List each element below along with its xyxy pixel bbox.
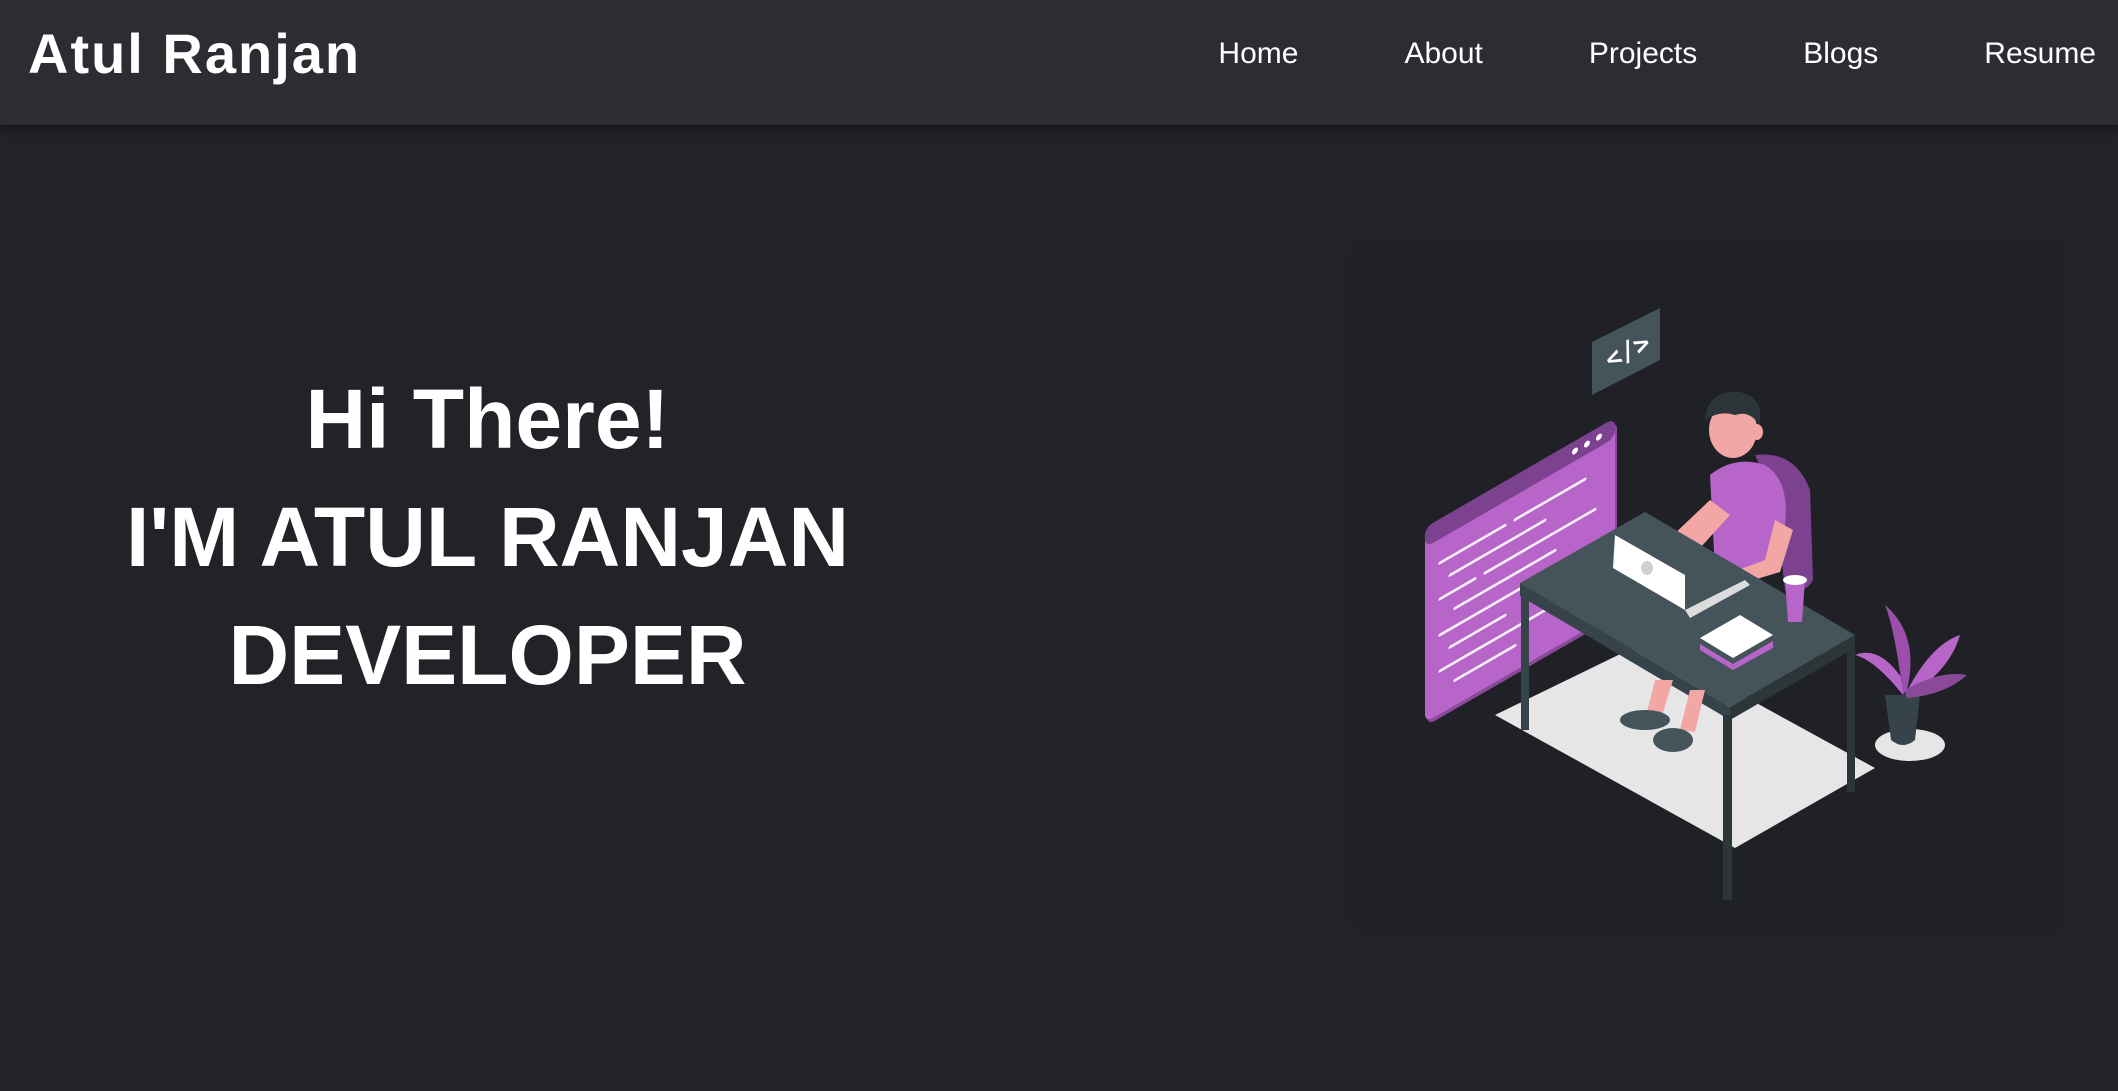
nav-menu: Home About Projects Blogs Resume <box>1218 36 2096 72</box>
hero-greeting: Hi There! <box>305 372 670 466</box>
nav-blogs-link[interactable]: Blogs <box>1803 36 1878 72</box>
hero-role: DEVELOPER <box>228 608 747 702</box>
navbar: Atul Ranjan Home About Projects Blogs Re… <box>0 0 2118 125</box>
developer-at-desk-illustration-icon: </> <box>1425 308 1967 900</box>
nav-resume-link[interactable]: Resume <box>1984 36 2096 72</box>
nav-projects-link[interactable]: Projects <box>1589 36 1697 72</box>
nav-home-link[interactable]: Home <box>1218 36 1298 72</box>
hero-illustration-card: </> <box>1355 250 2060 925</box>
nav-about-link[interactable]: About <box>1404 36 1482 72</box>
hero-heading: Hi There! I'M ATUL RANJAN DEVELOPER <box>0 360 975 714</box>
hero-name: I'M ATUL RANJAN <box>125 490 850 584</box>
brand-logo[interactable]: Atul Ranjan <box>28 24 361 84</box>
